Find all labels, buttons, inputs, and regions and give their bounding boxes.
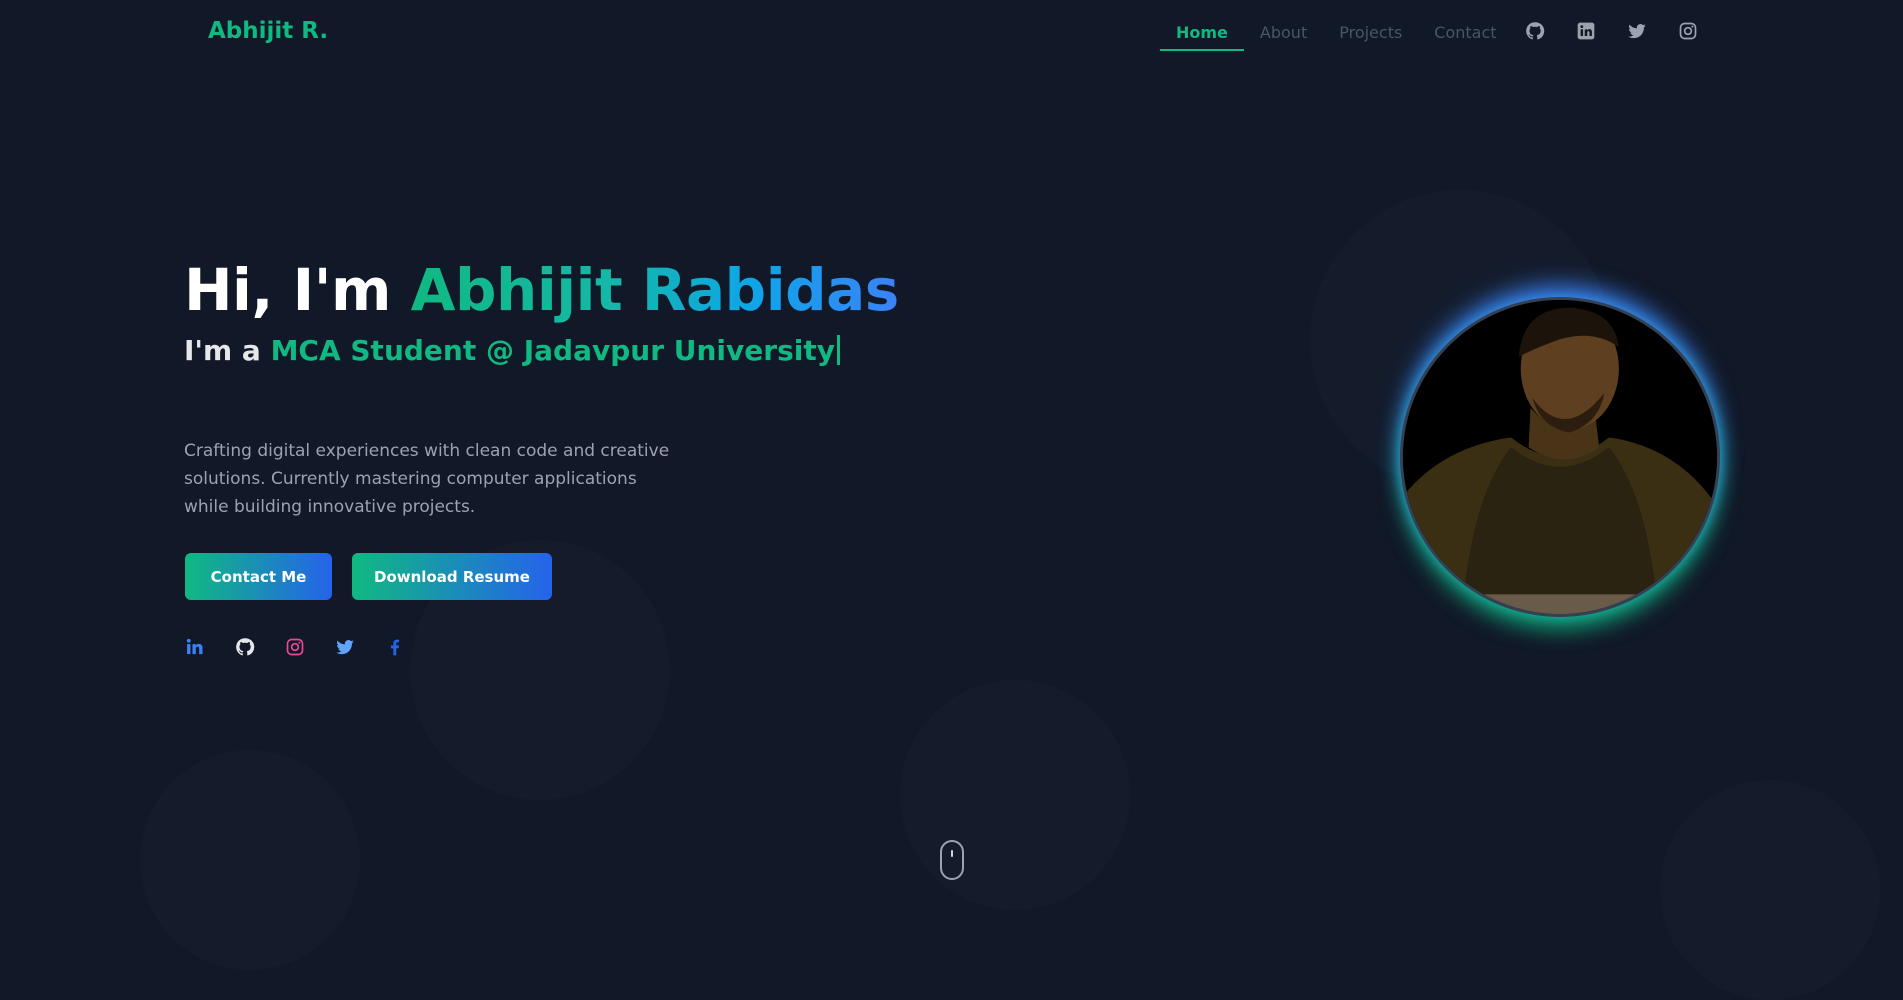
background-blob	[900, 680, 1130, 910]
background-blob	[140, 750, 360, 970]
github-icon[interactable]	[234, 636, 255, 657]
download-resume-button[interactable]: Download Resume	[352, 553, 552, 600]
nav-link-home[interactable]: Home	[1160, 0, 1244, 66]
hero-sub-prefix: I'm a	[184, 334, 261, 367]
scroll-down-indicator[interactable]	[940, 840, 964, 880]
background-blob	[1660, 780, 1880, 1000]
twitter-icon[interactable]	[1626, 20, 1647, 41]
instagram-icon[interactable]	[284, 636, 305, 657]
linkedin-icon[interactable]	[1575, 20, 1596, 41]
hero-description: Crafting digital experiences with clean …	[184, 441, 670, 517]
hero-social-links	[184, 636, 405, 657]
contact-me-button[interactable]: Contact Me	[185, 553, 332, 600]
hero-name: Abhijit Rabidas	[410, 256, 900, 324]
github-icon[interactable]	[1524, 20, 1545, 41]
profile-photo-illustration	[1403, 300, 1717, 614]
site-logo[interactable]: Abhijit R.	[208, 18, 328, 44]
nav-social-icons	[1524, 20, 1698, 41]
nav-link-contact[interactable]: Contact	[1418, 0, 1512, 66]
facebook-icon[interactable]	[384, 636, 405, 657]
profile-photo	[1400, 297, 1720, 617]
scroll-indicator-dot	[951, 850, 953, 857]
instagram-icon[interactable]	[1677, 20, 1698, 41]
hero-title: Hi, I'm Abhijit Rabidas	[184, 256, 899, 324]
nav-link-about[interactable]: About	[1244, 0, 1323, 66]
nav-links: Home About Projects Contact	[1160, 0, 1513, 66]
hero-subtitle: I'm a MCA Student @ Jadavpur University	[184, 334, 840, 367]
nav-link-projects[interactable]: Projects	[1323, 0, 1418, 66]
hero-role: MCA Student @ Jadavpur University	[270, 334, 835, 367]
navbar: Abhijit R. Home About Projects Contact	[0, 0, 1903, 66]
twitter-icon[interactable]	[334, 636, 355, 657]
hero-greeting: Hi, I'm	[184, 256, 391, 324]
typing-cursor	[836, 335, 840, 365]
linkedin-icon[interactable]	[184, 636, 205, 657]
